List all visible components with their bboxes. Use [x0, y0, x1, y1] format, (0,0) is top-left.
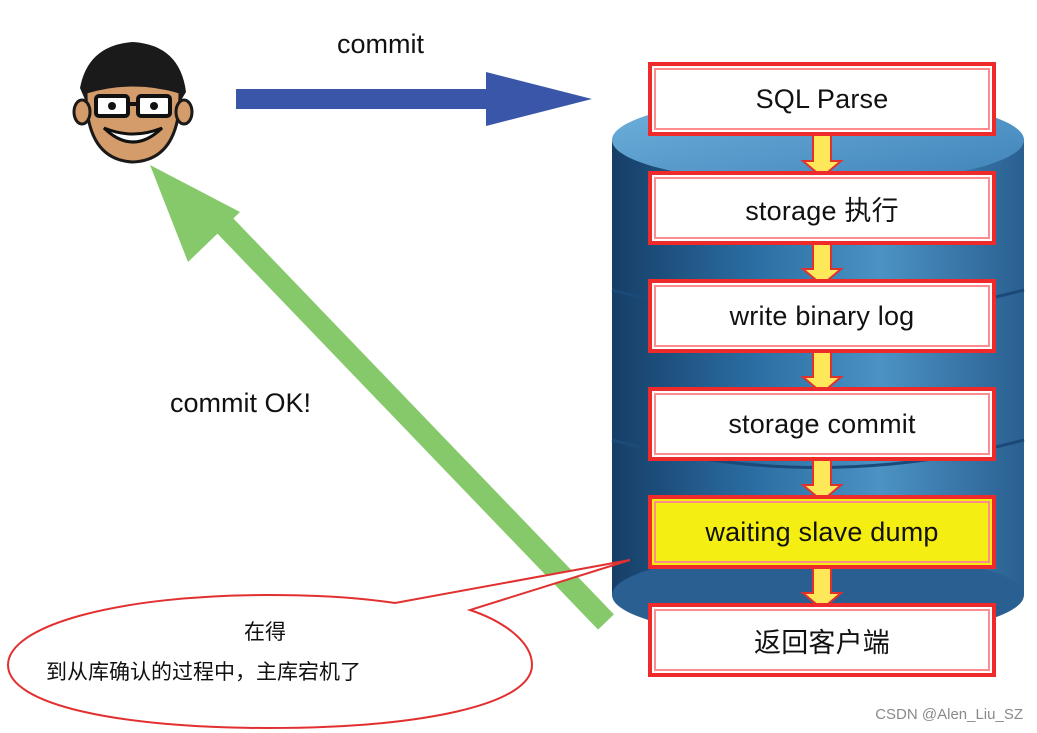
commit-arrow — [236, 72, 592, 126]
bubble-line-2: 到从库确认的过程中，主库宕机了 — [46, 661, 361, 684]
speech-bubble — [6, 559, 631, 730]
step-sql-parse: SQL Parse — [648, 62, 996, 136]
step-waiting-slave-dump: waiting slave dump — [648, 495, 996, 569]
bubble-line-1: 在得 — [244, 621, 286, 644]
commit-label: commit — [337, 29, 424, 59]
watermark: CSDN @Alen_Liu_SZ — [875, 706, 1023, 723]
step-write-binary-log: write binary log — [648, 279, 996, 353]
step-storage-commit: storage commit — [648, 387, 996, 461]
step-return-client: 返回客户端 — [648, 603, 996, 677]
step-storage-execute: storage 执行 — [648, 171, 996, 245]
nerd-face-icon — [72, 42, 194, 164]
commit-ok-label: commit OK! — [170, 388, 312, 418]
